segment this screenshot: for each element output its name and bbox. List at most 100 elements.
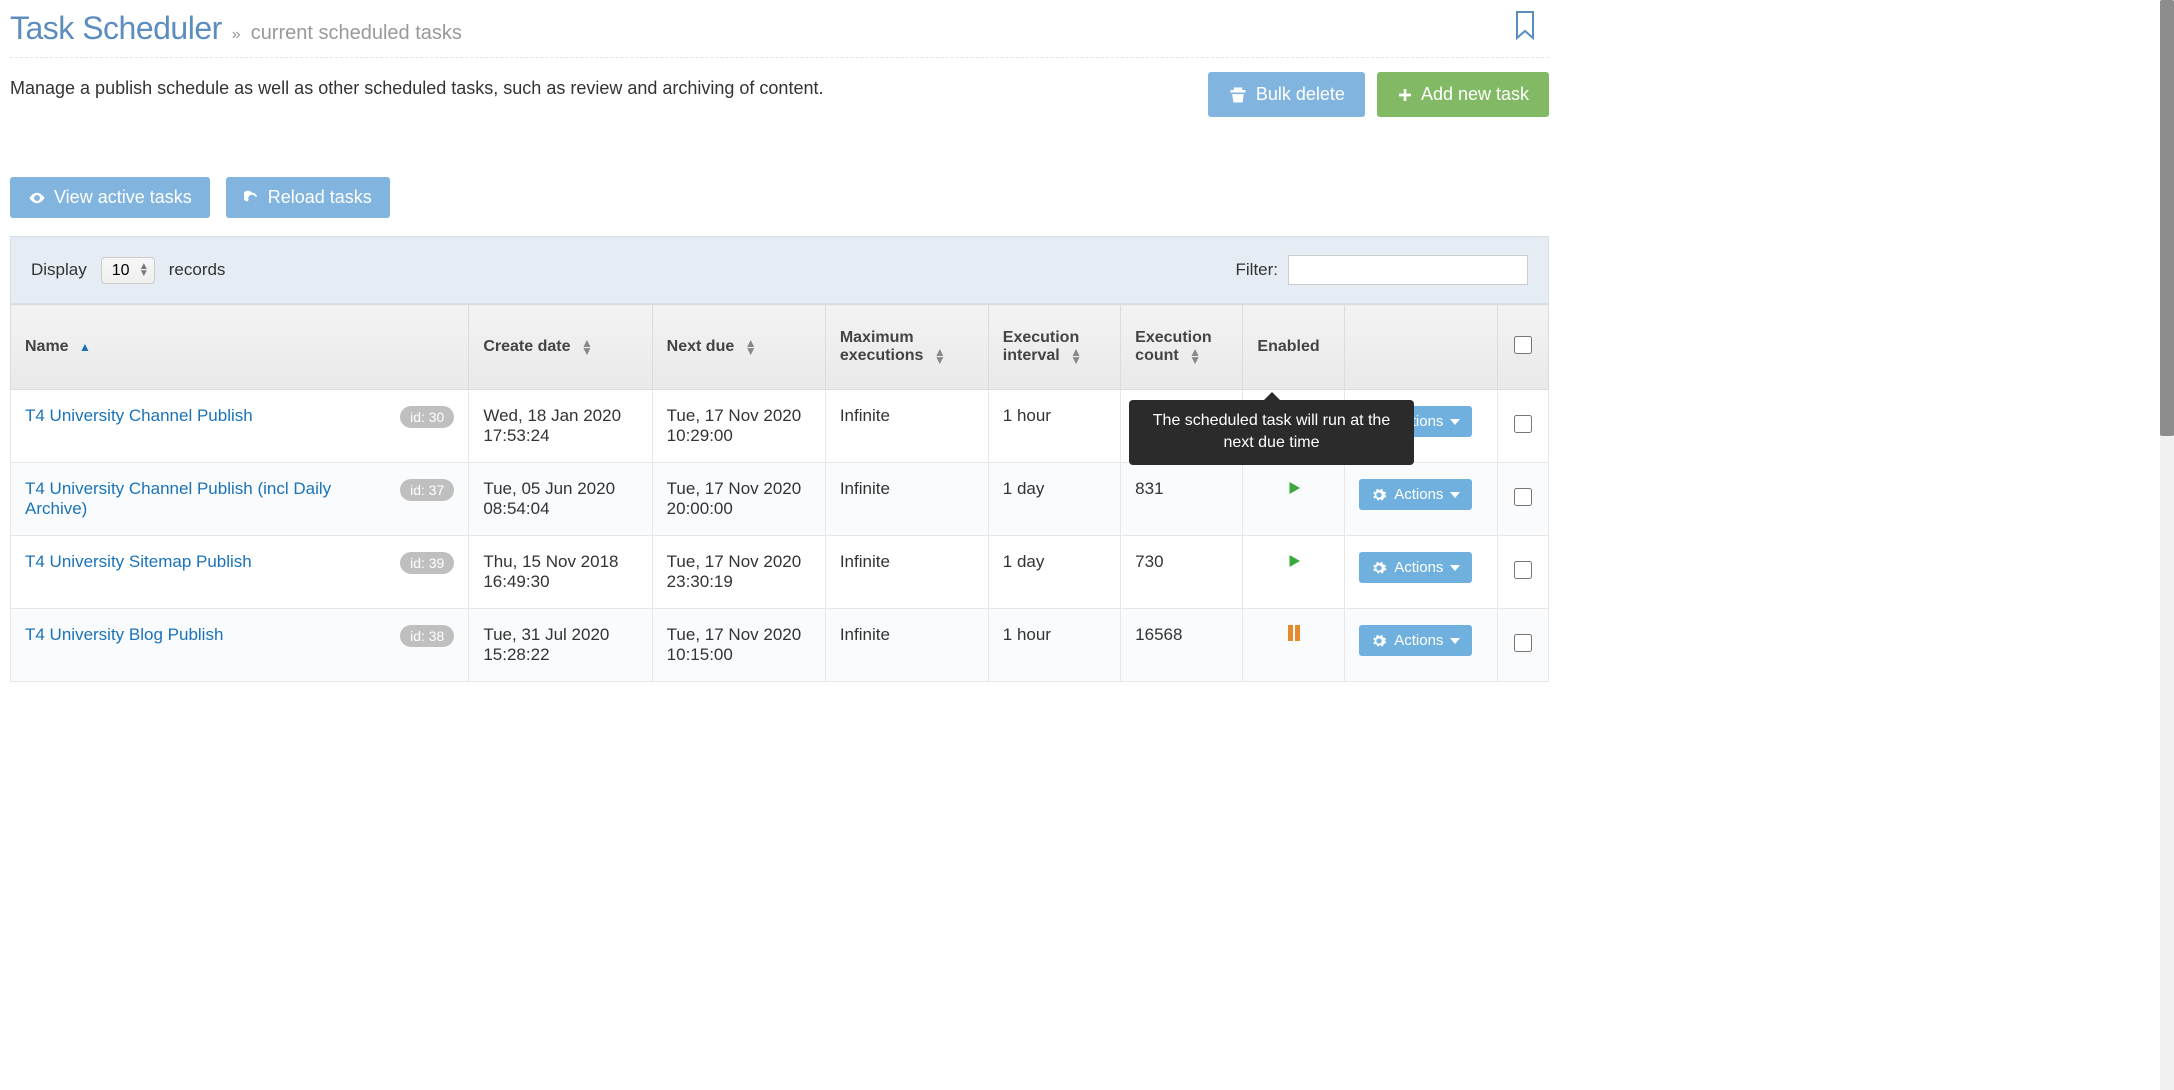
bulk-delete-button[interactable]: Bulk delete	[1208, 72, 1365, 117]
cell-interval: 1 day	[988, 536, 1120, 609]
cell-max-exec: Infinite	[825, 463, 988, 536]
actions-dropdown-button[interactable]: Actions	[1359, 479, 1472, 510]
bulk-delete-label: Bulk delete	[1256, 84, 1345, 105]
col-header-execution-count[interactable]: Execution count ▲▼	[1121, 305, 1243, 390]
cell-checkbox	[1498, 463, 1549, 536]
cell-create-date: Tue, 31 Jul 2020 15:28:22	[469, 609, 652, 682]
bulk-delete-icon	[1228, 85, 1248, 105]
actions-dropdown-button[interactable]: Actions	[1359, 552, 1472, 583]
cell-interval: 1 hour	[988, 609, 1120, 682]
task-id-badge: id: 38	[400, 625, 454, 647]
task-id-badge: id: 30	[400, 406, 454, 428]
reload-label: Reload tasks	[268, 187, 372, 208]
cell-enabled	[1243, 536, 1345, 609]
sort-icon: ▲▼	[745, 339, 757, 355]
cell-checkbox	[1498, 390, 1549, 463]
eye-icon	[28, 189, 46, 207]
table-controls: Display 10 ▲▼ records Filter:	[10, 236, 1549, 304]
cell-enabled	[1243, 463, 1345, 536]
play-icon[interactable]	[1285, 552, 1303, 575]
actions-label: Actions	[1394, 632, 1443, 649]
reload-tasks-button[interactable]: Reload tasks	[226, 177, 390, 218]
records-label: records	[169, 260, 226, 280]
gear-icon	[1371, 633, 1387, 649]
col-header-max-label: Maximum executions	[840, 329, 924, 364]
select-all-checkbox[interactable]	[1514, 336, 1532, 354]
col-header-create-date[interactable]: Create date ▲▼	[469, 305, 652, 390]
display-label: Display	[31, 260, 87, 280]
filter-label: Filter:	[1236, 260, 1279, 280]
task-id-badge: id: 37	[400, 479, 454, 501]
col-header-enabled-label: Enabled	[1257, 338, 1319, 355]
reload-icon	[244, 190, 260, 206]
caret-down-icon	[1450, 492, 1460, 498]
breadcrumb[interactable]: current scheduled tasks	[251, 22, 462, 45]
sort-icon: ▲▼	[581, 339, 593, 355]
caret-down-icon	[1450, 638, 1460, 644]
add-new-task-label: Add new task	[1421, 84, 1529, 105]
task-name-link[interactable]: T4 University Sitemap Publish	[25, 552, 252, 572]
cell-enabled	[1243, 609, 1345, 682]
cell-actions: Actions	[1345, 609, 1498, 682]
cell-next-due: Tue, 17 Nov 2020 20:00:00	[652, 463, 825, 536]
actions-label: Actions	[1394, 559, 1443, 576]
col-header-name[interactable]: Name ▲	[11, 305, 469, 390]
cell-checkbox	[1498, 609, 1549, 682]
view-active-tasks-button[interactable]: View active tasks	[10, 177, 210, 218]
sort-asc-icon: ▲	[79, 343, 91, 351]
filter-input[interactable]	[1288, 255, 1528, 285]
col-header-checkbox	[1498, 305, 1549, 390]
bookmark-icon	[1513, 10, 1537, 40]
table-container: Display 10 ▲▼ records Filter:	[10, 236, 1549, 682]
sort-icon: ▲▼	[1070, 348, 1082, 364]
cell-create-date: Tue, 05 Jun 2020 08:54:04	[469, 463, 652, 536]
row-checkbox[interactable]	[1514, 561, 1532, 579]
scrollbar[interactable]	[2160, 0, 2174, 1090]
cell-actions: Actions	[1345, 463, 1498, 536]
divider	[10, 57, 1549, 58]
caret-down-icon	[1450, 419, 1460, 425]
actions-label: Actions	[1394, 486, 1443, 503]
actions-dropdown-button[interactable]: Actions	[1359, 625, 1472, 656]
task-name-link[interactable]: T4 University Channel Publish (incl Dail…	[25, 479, 390, 519]
task-name-link[interactable]: T4 University Channel Publish	[25, 406, 253, 426]
cell-max-exec: Infinite	[825, 536, 988, 609]
row-checkbox[interactable]	[1514, 415, 1532, 433]
page-size-select[interactable]: 10	[101, 257, 155, 284]
col-header-max-executions[interactable]: Maximum executions ▲▼	[825, 305, 988, 390]
bookmark-button[interactable]	[1513, 10, 1537, 43]
play-icon[interactable]	[1285, 479, 1303, 502]
col-header-enabled: Enabled	[1243, 305, 1345, 390]
cell-max-exec: Infinite	[825, 609, 988, 682]
cell-create-date: Thu, 15 Nov 2018 16:49:30	[469, 536, 652, 609]
row-checkbox[interactable]	[1514, 488, 1532, 506]
cell-interval: 1 hour	[988, 390, 1120, 463]
cell-next-due: Tue, 17 Nov 2020 10:15:00	[652, 609, 825, 682]
col-header-actions	[1345, 305, 1498, 390]
cell-next-due: Tue, 17 Nov 2020 23:30:19	[652, 536, 825, 609]
sort-icon: ▲▼	[934, 348, 946, 364]
col-header-due-label: Next due	[667, 338, 735, 355]
cell-interval: 1 day	[988, 463, 1120, 536]
task-name-link[interactable]: T4 University Blog Publish	[25, 625, 223, 645]
gear-icon	[1371, 560, 1387, 576]
caret-down-icon	[1450, 565, 1460, 571]
cell-actions: Actions	[1345, 536, 1498, 609]
col-header-execution-interval[interactable]: Execution interval ▲▼	[988, 305, 1120, 390]
sort-icon: ▲▼	[1189, 348, 1201, 364]
add-new-task-button[interactable]: Add new task	[1377, 72, 1549, 117]
pause-icon[interactable]	[1287, 625, 1301, 646]
cell-next-due: Tue, 17 Nov 2020 10:29:00	[652, 390, 825, 463]
row-checkbox[interactable]	[1514, 634, 1532, 652]
task-id-badge: id: 39	[400, 552, 454, 574]
col-header-next-due[interactable]: Next due ▲▼	[652, 305, 825, 390]
gear-icon	[1371, 487, 1387, 503]
breadcrumb-separator-icon: »	[232, 26, 241, 44]
cell-max-exec: Infinite	[825, 390, 988, 463]
table-row: T4 University Blog Publish id: 38 Tue, 31 …	[11, 609, 1549, 682]
table-row: T4 University Sitemap Publish id: 39 Thu, …	[11, 536, 1549, 609]
page-description: Manage a publish schedule as well as oth…	[10, 72, 823, 99]
tooltip-text: The scheduled task will run at the next …	[1153, 412, 1390, 451]
cell-checkbox	[1498, 536, 1549, 609]
scrollbar-thumb[interactable]	[2160, 0, 2174, 436]
